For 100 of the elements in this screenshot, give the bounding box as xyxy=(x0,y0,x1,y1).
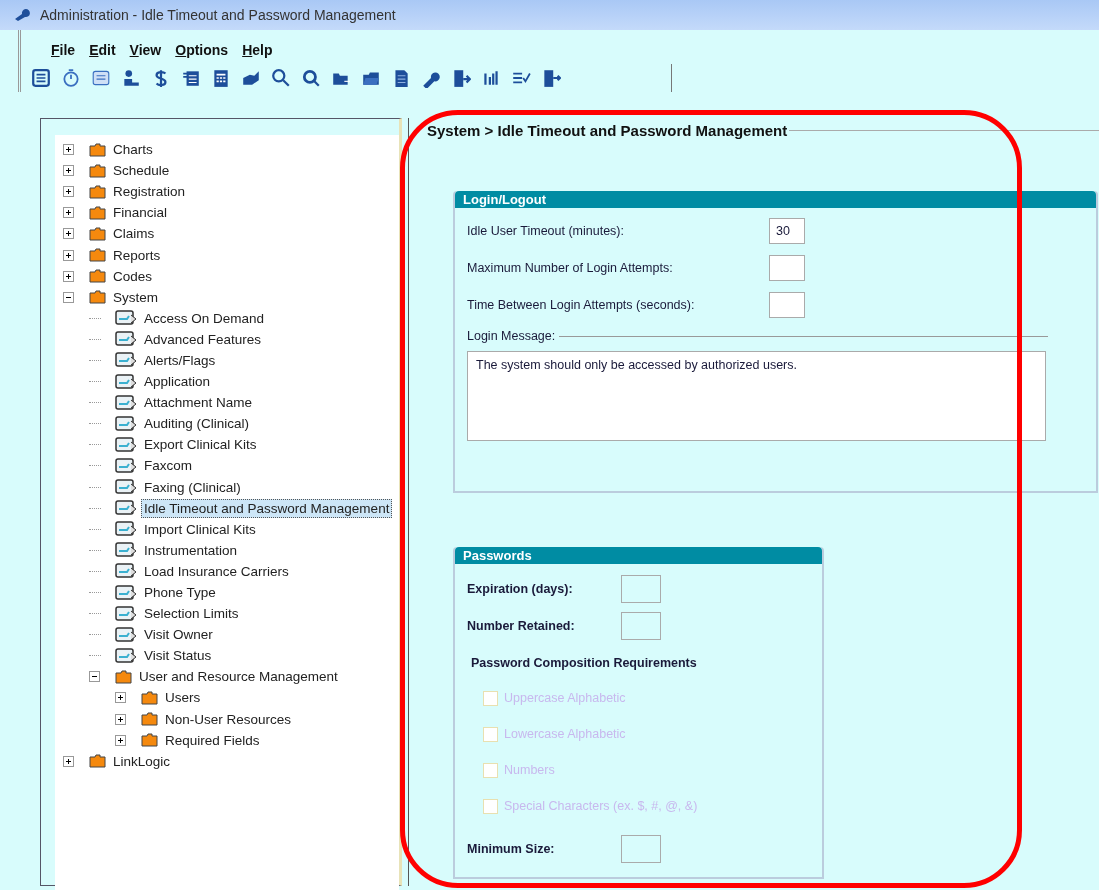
window-title: Administration - Idle Timeout and Password Management xyxy=(40,7,396,23)
tree-item[interactable]: Registration xyxy=(110,182,189,202)
folder-icon xyxy=(141,733,158,748)
tree-item[interactable]: Attachment Name xyxy=(141,393,256,413)
tree-item[interactable]: Schedule xyxy=(110,161,173,181)
tree-item[interactable]: Faxcom xyxy=(141,456,195,476)
field-label: Maximum Number of Login Attempts: xyxy=(467,260,674,275)
menu-item[interactable]: View xyxy=(129,42,162,64)
expand-toggle-icon[interactable] xyxy=(63,144,74,156)
input-field[interactable] xyxy=(621,574,661,603)
tree-item[interactable]: Faxing (Clinical) xyxy=(141,477,244,497)
input-field[interactable] xyxy=(621,834,661,863)
expand-toggle-icon[interactable] xyxy=(115,734,126,746)
list-icon[interactable] xyxy=(31,68,51,88)
page-icon xyxy=(115,479,137,496)
tree-item[interactable]: Reports xyxy=(110,245,164,265)
folder-icon xyxy=(89,163,106,178)
page-icon xyxy=(115,521,137,538)
page-icon xyxy=(115,542,137,559)
tree-item[interactable]: LinkLogic xyxy=(110,751,174,771)
menu-item[interactable]: Options xyxy=(175,42,229,64)
wrench-icon xyxy=(14,8,32,22)
bar-chart-icon[interactable] xyxy=(481,68,501,88)
checkbox-label: Special Characters (ex. $, #, @, &) xyxy=(504,799,698,813)
field-label: Idle User Timeout (minutes): xyxy=(467,223,625,238)
page-icon xyxy=(115,415,137,432)
tree-item[interactable]: Advanced Features xyxy=(141,329,265,349)
page-icon xyxy=(115,352,137,369)
expand-toggle-icon[interactable] xyxy=(63,755,74,767)
tree-item[interactable]: Non-User Resources xyxy=(162,709,295,729)
menu-item[interactable]: Edit xyxy=(89,42,116,64)
page-icon xyxy=(115,373,137,390)
group-title: Passwords xyxy=(455,547,822,564)
person-icon[interactable] xyxy=(121,68,141,88)
page-icon xyxy=(115,436,137,453)
expand-toggle-icon[interactable] xyxy=(63,270,74,282)
tree-item[interactable]: Export Clinical Kits xyxy=(141,435,260,455)
page-icon xyxy=(115,331,137,348)
menu-item[interactable]: File xyxy=(51,42,76,64)
page-icon xyxy=(115,605,137,622)
menu-item[interactable]: Help xyxy=(242,42,273,64)
tree-item[interactable]: Instrumentation xyxy=(141,540,241,560)
stopwatch-icon[interactable] xyxy=(61,68,81,88)
folder-icon xyxy=(89,226,106,241)
folder-icon xyxy=(89,269,106,284)
tree-item[interactable]: Visit Owner xyxy=(141,625,216,645)
tree-item[interactable]: Load Insurance Carriers xyxy=(141,561,292,581)
page-icon xyxy=(115,500,137,517)
calculator-icon[interactable] xyxy=(211,68,231,88)
tree-item[interactable]: Import Clinical Kits xyxy=(141,519,259,539)
expand-toggle-icon[interactable] xyxy=(63,207,74,219)
page-icon xyxy=(115,310,137,327)
form-icon[interactable] xyxy=(91,68,111,88)
collapse-toggle-icon[interactable] xyxy=(89,671,100,683)
tree-item[interactable]: Codes xyxy=(110,266,156,286)
folder-icon xyxy=(89,290,106,305)
tree-item[interactable]: User and Resource Management xyxy=(136,667,341,687)
page-icon xyxy=(115,647,137,664)
input-field[interactable] xyxy=(621,611,661,640)
exit-door-icon[interactable] xyxy=(541,68,561,88)
tree-item[interactable]: Alerts/Flags xyxy=(141,351,219,370)
page-icon xyxy=(115,626,137,643)
tree-item[interactable]: Idle Timeout and Password Management xyxy=(141,498,393,518)
page-icon xyxy=(115,394,137,411)
tree-item[interactable]: Application xyxy=(141,372,214,392)
tree-item[interactable]: Charts xyxy=(110,140,156,160)
section-label: Password Composition Requirements xyxy=(471,656,698,670)
input-field[interactable] xyxy=(769,254,805,281)
message-field[interactable]: The system should only be accessed by authorized users. xyxy=(467,351,1046,441)
tree-item[interactable]: Visit Status xyxy=(141,646,215,666)
export-icon[interactable] xyxy=(451,68,471,88)
expand-toggle-icon[interactable] xyxy=(63,249,74,261)
tree-item[interactable]: Financial xyxy=(110,203,171,223)
checkbox-label: Numbers xyxy=(504,763,555,777)
folder-icon xyxy=(89,184,106,199)
tree-item[interactable]: Access On Demand xyxy=(141,308,268,328)
tree-item[interactable]: Claims xyxy=(110,224,158,244)
field-label: Login Message: xyxy=(467,329,556,343)
page-heading: System > Idle Timeout and Password Management xyxy=(427,122,788,139)
collapse-toggle-icon[interactable] xyxy=(63,291,74,303)
tree-item[interactable]: System xyxy=(110,287,161,307)
expand-toggle-icon[interactable] xyxy=(115,713,126,725)
tree-item[interactable]: Phone Type xyxy=(141,583,219,602)
expand-toggle-icon[interactable] xyxy=(115,692,126,704)
folder-icon xyxy=(89,754,106,769)
expand-toggle-icon[interactable] xyxy=(63,165,74,177)
magnifier-icon[interactable] xyxy=(271,68,291,88)
field-label: Number Retained: xyxy=(467,618,576,633)
tree-item[interactable]: Required Fields xyxy=(162,730,263,750)
tree-item[interactable]: Auditing (Clinical) xyxy=(141,414,253,434)
input-field[interactable] xyxy=(769,291,805,318)
folder-icon xyxy=(89,142,106,157)
expand-toggle-icon[interactable] xyxy=(63,228,74,240)
tree-item[interactable]: Selection Limits xyxy=(141,604,242,624)
expand-toggle-icon[interactable] xyxy=(63,186,74,198)
input-field[interactable]: 30 xyxy=(769,217,805,244)
checkbox-label: Uppercase Alphabetic xyxy=(504,691,626,705)
folder-icon xyxy=(89,205,106,220)
ledger-icon[interactable] xyxy=(181,68,201,88)
tree-item[interactable]: Users xyxy=(162,688,204,708)
